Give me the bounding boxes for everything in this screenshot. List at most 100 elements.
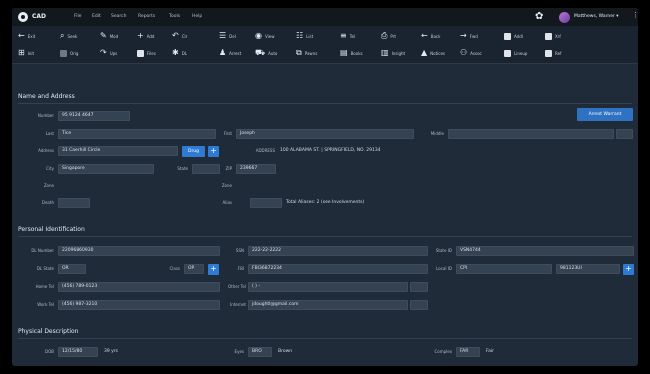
middle-name-field[interactable] (448, 129, 614, 139)
menu-file[interactable]: File (74, 14, 82, 19)
toolbar-mod-button[interactable]: ✎ Mod (100, 29, 118, 43)
toolbar-fwd-button[interactable]: → Fwd (460, 29, 478, 43)
menu-search[interactable]: Search (111, 14, 126, 19)
toolbar-files-button[interactable]: Files (137, 46, 156, 60)
forward-icon: → (460, 31, 467, 40)
toolbar-view-button[interactable]: ◉ View (255, 29, 274, 43)
toolbar-clr-button[interactable]: ↶ Clr (172, 29, 187, 43)
drug-button[interactable]: Drug (182, 146, 205, 157)
death-field[interactable] (58, 198, 90, 208)
toolbar-seek-button[interactable]: ⌕ Seek (60, 29, 77, 43)
zone2-label: Zone (221, 183, 232, 188)
email-extra-field[interactable] (410, 300, 428, 310)
list-icon: ☰ (219, 31, 227, 40)
dob-label: DOB (45, 349, 54, 354)
toolbar-init-button[interactable]: ⊞ Init (18, 46, 34, 60)
lines-icon: ≡ (340, 31, 347, 40)
address-label: Address (38, 148, 54, 153)
toolbar-prt-button[interactable]: ⎙ Prt (381, 29, 396, 43)
address-field[interactable]: 31 Caerhill Circle (58, 146, 178, 156)
local-id-field[interactable]: 981123UI (556, 264, 620, 274)
toolbar-ref-button[interactable]: Ref (545, 46, 561, 60)
toolbar-list-button[interactable]: ☷ List (296, 29, 313, 43)
toolbar-del-button[interactable]: ☰ Del (219, 29, 236, 43)
toolbar-arrest-button[interactable]: ♟ Arrest (219, 46, 241, 60)
dl-state-field[interactable]: OR (58, 264, 86, 274)
menu-tools[interactable]: Tools (169, 14, 180, 19)
death-label: Death (41, 200, 54, 205)
complex-code-field[interactable]: FAR (456, 347, 480, 357)
toolbar-dl-button[interactable]: ✱ DL (172, 46, 187, 60)
settings-gear-icon[interactable]: ✿ (535, 11, 543, 23)
eyes-label: Eyes (234, 349, 244, 354)
other-tel-label: Other Tel (228, 284, 246, 289)
home-tel-label: Home Tel (35, 284, 54, 289)
toolbar-tel-button[interactable]: ≡ Tel (340, 29, 355, 43)
zip-field[interactable]: 239667 (236, 164, 276, 174)
search-icon: ⌕ (60, 31, 65, 40)
class-field[interactable]: OP (184, 264, 204, 274)
grid-list-icon: ☷ (296, 31, 304, 40)
add-local-id-plus-icon[interactable]: + (623, 264, 634, 275)
fbi-field[interactable]: FBI36872234 (248, 264, 428, 274)
grid-icon: ⊞ (18, 48, 25, 57)
other-tel-ext-field[interactable] (410, 282, 428, 292)
toolbar-books-button[interactable]: ▤ Books (340, 46, 363, 60)
dl-number-label: DL Number (31, 248, 54, 253)
toolbar-notices-button[interactable]: ▲ Notices (421, 46, 445, 60)
arrest-warrant-button[interactable]: Arrest Warrant (577, 108, 633, 121)
toolbar-ups-button[interactable]: ↷ Ups (100, 46, 117, 60)
work-tel-field[interactable]: (456) 987-3210 (58, 300, 220, 310)
doc-icon (504, 49, 511, 57)
city-field[interactable]: Singapore (58, 164, 154, 174)
user-menu[interactable]: Matthews, Warner ▾ (574, 14, 619, 19)
user-avatar[interactable] (559, 12, 570, 23)
menu-edit[interactable]: Edit (92, 14, 101, 19)
ssn-field[interactable]: 222-22-2222 (248, 246, 428, 256)
toolbar-back-button[interactable]: ← Back (421, 29, 440, 43)
email-field[interactable]: jdoughtl@gmail.com (248, 300, 408, 310)
other-tel-field[interactable]: ( ) - (248, 282, 408, 292)
title-bar: CAD File Edit Search Reports Tools Help … (12, 8, 638, 26)
eyes-code-field[interactable]: BRO (248, 347, 272, 357)
dl-number-field[interactable]: 22096860930 (58, 246, 220, 256)
section-divider (18, 103, 632, 104)
add-class-plus-icon[interactable]: + (208, 264, 219, 275)
alias-label: Alias (222, 200, 233, 205)
menu-help[interactable]: Help (192, 14, 202, 19)
home-tel-field[interactable]: (456) 789-0123 (58, 282, 220, 292)
toolbar-auto-button[interactable]: ⛟ Auto (255, 46, 277, 60)
total-aliases-text: Total Aliases: 2 (see Involvements) (286, 200, 365, 205)
ssn-label: SSN (235, 248, 244, 253)
gear-icon: ✱ (172, 48, 179, 57)
add-address-plus-icon[interactable]: + (208, 146, 219, 157)
app-logo-icon (18, 12, 28, 22)
first-name-field[interactable]: Joseph (236, 129, 414, 139)
complex-text: Fair (486, 349, 495, 354)
toolbar-addl-button[interactable]: Addl (504, 29, 523, 43)
pawn-icon: ⧉ (296, 48, 302, 57)
number-field[interactable]: 95 9124 4647 (58, 111, 130, 121)
menu-reports[interactable]: Reports (138, 14, 155, 19)
toolbar-pawns-button[interactable]: ⧉ Pawns (296, 46, 317, 60)
state-id-field[interactable]: VSN4744 (456, 246, 634, 256)
toolbar-orig-button[interactable]: Orig (60, 46, 78, 60)
doc-icon (504, 32, 511, 40)
doc-icon (545, 32, 552, 40)
alias-field[interactable] (250, 198, 282, 208)
verified-address-text: 100 ALABAMA ST. | SPRINGFIELD, NO. 29134 (280, 148, 381, 153)
more-menu-icon[interactable]: ⋮ (632, 11, 638, 19)
toolbar-xrf-button[interactable]: Xrf (545, 29, 561, 43)
toolbar-insight-button[interactable]: ▥ Insight (381, 46, 405, 60)
last-name-field[interactable]: Tice (58, 129, 216, 139)
toolbar-lineup-button[interactable]: Lineup (504, 46, 527, 60)
toolbar-exit-button[interactable]: ← Exit (18, 29, 35, 43)
state-field[interactable] (192, 164, 220, 174)
local-id-label: Local ID (436, 266, 452, 271)
toolbar-add-button[interactable]: + Add (137, 29, 154, 43)
zone-label: Zone (43, 183, 54, 188)
dob-field[interactable]: 12/15/80 (58, 347, 98, 357)
toolbar-assoc-button[interactable]: ⚇ Assoc (460, 46, 482, 60)
local-id-type-field[interactable]: CPI (456, 264, 552, 274)
suffix-field[interactable] (616, 129, 633, 139)
